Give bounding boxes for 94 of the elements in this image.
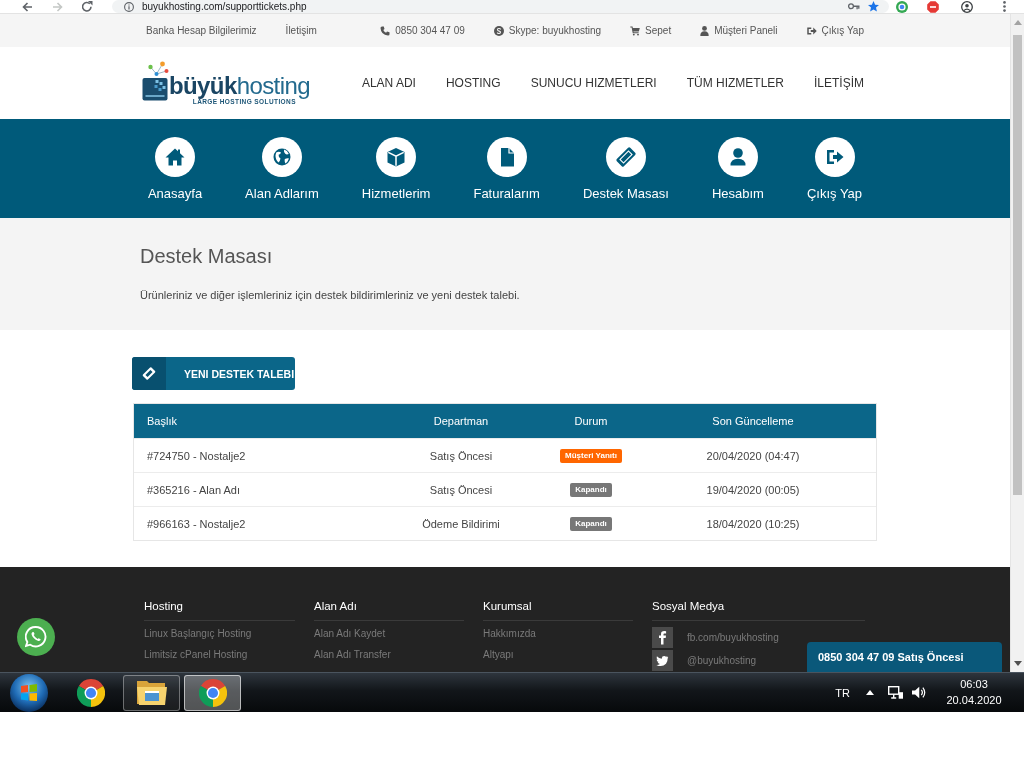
top-bar-link[interactable]: İletişim bbox=[285, 25, 317, 36]
footer-link[interactable]: Linux Başlangıç Hosting bbox=[144, 627, 252, 641]
sign-out-icon bbox=[806, 26, 817, 35]
quick-menu-link[interactable]: Alan Adlarım bbox=[245, 137, 319, 201]
nav-link[interactable]: İLETİŞİM bbox=[814, 76, 864, 90]
taskbar-button[interactable] bbox=[184, 674, 241, 711]
document-icon bbox=[486, 137, 527, 177]
menu-icon[interactable] bbox=[1003, 1, 1006, 12]
cube-icon bbox=[376, 137, 417, 177]
column-header: Başlık bbox=[147, 415, 177, 427]
social-link[interactable]: @buyukhosting bbox=[652, 650, 757, 671]
language-indicator[interactable]: TR bbox=[835, 686, 850, 699]
status-badge: Müşteri Yanıtı bbox=[560, 449, 622, 463]
page-description: Ürünleriniz ve diğer işlemleriniz için destek bildirimleriniz ve yeni destek talebi. bbox=[140, 289, 521, 302]
sign-out-icon bbox=[814, 137, 855, 177]
footer-heading: Hosting bbox=[144, 599, 183, 614]
reload-icon[interactable] bbox=[82, 1, 93, 12]
address-field[interactable]: buyukhosting.com/supporttickets.php bbox=[112, 0, 889, 13]
footer-link[interactable]: Altyapı bbox=[483, 648, 514, 662]
browser-icon bbox=[198, 678, 227, 707]
ticket-icon bbox=[605, 137, 646, 177]
footer-heading: Alan Adı bbox=[314, 599, 357, 614]
info-icon[interactable] bbox=[124, 1, 134, 12]
nav-link[interactable]: SUNUCU HIZMETLERI bbox=[530, 76, 657, 90]
phone-icon bbox=[380, 25, 391, 36]
top-bar-link[interactable]: Banka Hesap Bilgilerimiz bbox=[146, 25, 257, 36]
nav-link[interactable]: TÜM HIZMETLER bbox=[686, 76, 784, 90]
footer-link[interactable]: Limitsiz cPanel Hosting bbox=[144, 648, 248, 662]
chat-widget[interactable]: 0850 304 47 09 Satış Öncesi bbox=[807, 642, 1002, 672]
extension-icon[interactable] bbox=[896, 0, 908, 13]
tray-expand-icon[interactable] bbox=[866, 690, 874, 695]
status-badge: Kapandı bbox=[570, 517, 612, 531]
key-icon[interactable] bbox=[848, 3, 860, 10]
column-header: Durum bbox=[574, 415, 608, 427]
scrollbar-thumb[interactable] bbox=[1013, 35, 1022, 495]
globe-icon bbox=[261, 137, 302, 177]
star-icon[interactable] bbox=[868, 1, 879, 12]
top-bar-link[interactable]: Skype: buyukhosting bbox=[493, 25, 602, 36]
account-icon[interactable] bbox=[961, 0, 973, 13]
top-bar-link[interactable]: Çıkış Yap bbox=[806, 25, 864, 36]
footer-heading: Sosyal Medya bbox=[652, 599, 725, 614]
top-bar-link[interactable]: 0850 304 47 09 bbox=[380, 25, 465, 36]
skype-icon bbox=[493, 25, 504, 36]
quick-menu-link[interactable]: Faturalarım bbox=[473, 137, 540, 201]
nav-link[interactable]: HOSTING bbox=[445, 76, 501, 90]
footer-link[interactable]: Hakkımızda bbox=[483, 627, 536, 641]
department-cell: Ödeme Bildirimi bbox=[422, 517, 500, 530]
department-cell: Satış Öncesi bbox=[429, 483, 493, 496]
quick-menu-link[interactable]: Destek Masası bbox=[582, 137, 669, 201]
updated-cell: 19/04/2020 (00:05) bbox=[706, 483, 800, 496]
phone-bubble-icon bbox=[25, 626, 47, 648]
folder-icon bbox=[136, 680, 167, 705]
home-icon bbox=[155, 137, 195, 177]
footer-heading: Kurumsal bbox=[483, 599, 532, 614]
quick-menu-link[interactable]: Hizmetlerim bbox=[361, 137, 431, 201]
logo-icon bbox=[142, 60, 169, 101]
department-cell: Satış Öncesi bbox=[429, 449, 493, 462]
clock-time[interactable]: 06:03 bbox=[960, 678, 988, 691]
footer-link[interactable]: Alan Adı Transfer bbox=[314, 648, 391, 662]
volume-icon[interactable] bbox=[912, 686, 926, 699]
browser-icon bbox=[76, 678, 105, 707]
network-icon[interactable] bbox=[888, 686, 903, 699]
new-ticket-button[interactable]: YENI DESTEK TALEBI bbox=[132, 357, 295, 390]
scroll-down-arrow-icon[interactable] bbox=[1013, 661, 1022, 666]
ticket-title-cell: #365216 - Alan Adı bbox=[147, 483, 240, 496]
quick-menu-link[interactable]: Hesabım bbox=[711, 137, 764, 201]
nav-link[interactable]: ALAN ADI bbox=[361, 76, 416, 90]
quick-menu-link[interactable]: Anasayfa bbox=[147, 137, 203, 201]
updated-cell: 20/04/2020 (04:47) bbox=[706, 449, 800, 462]
stop-sign-icon[interactable] bbox=[927, 0, 939, 13]
ticket-icon bbox=[132, 357, 166, 390]
column-header: Son Güncelleme bbox=[712, 415, 794, 427]
logo-wordmark: büyükhosting bbox=[169, 73, 310, 98]
bird-icon bbox=[652, 650, 673, 671]
ticket-title-cell: #966163 - Nostalje2 bbox=[147, 517, 246, 530]
quick-menu-link[interactable]: Çıkış Yap bbox=[806, 137, 863, 201]
user-icon bbox=[700, 25, 710, 36]
back-arrow-icon[interactable] bbox=[22, 1, 33, 12]
scrollbar[interactable] bbox=[1010, 14, 1024, 672]
footer-link[interactable]: Alan Adı Kaydet bbox=[314, 627, 386, 641]
social-link[interactable]: fb.com/buyukhosting bbox=[652, 627, 779, 648]
status-badge: Kapandı bbox=[570, 483, 612, 497]
top-bar-link[interactable]: Müşteri Paneli bbox=[700, 25, 778, 36]
column-header: Departman bbox=[433, 415, 489, 427]
clock-date[interactable]: 20.04.2020 bbox=[946, 694, 1002, 707]
cart-icon bbox=[630, 25, 641, 36]
taskbar-button[interactable] bbox=[123, 674, 180, 711]
facebook-icon bbox=[652, 627, 673, 648]
user-icon bbox=[717, 137, 758, 177]
updated-cell: 18/04/2020 (10:25) bbox=[706, 517, 800, 530]
ticket-title-cell: #724750 - Nostalje2 bbox=[147, 449, 246, 462]
page-title: Destek Masası bbox=[140, 245, 274, 268]
start-button[interactable] bbox=[10, 673, 48, 712]
top-bar-link[interactable]: Sepet bbox=[630, 25, 672, 36]
